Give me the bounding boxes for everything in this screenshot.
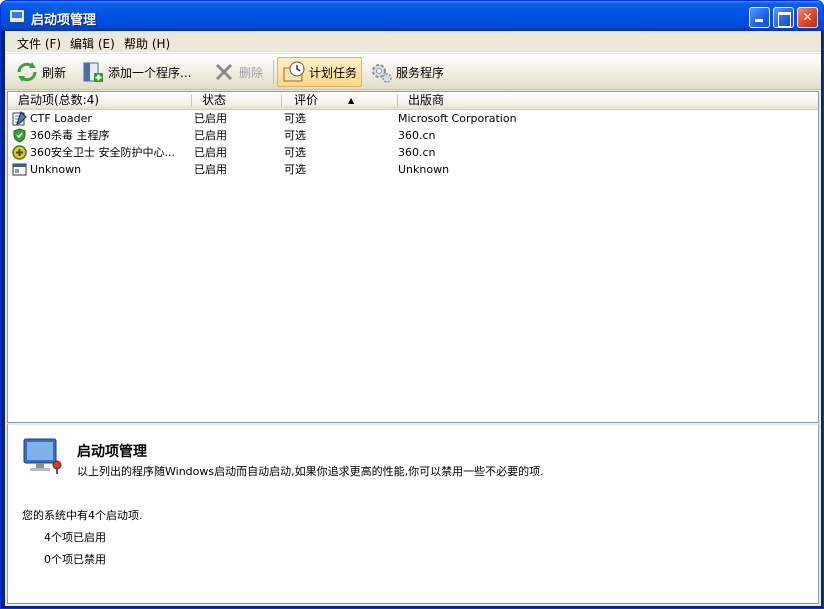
toolbar-separator [273,60,274,84]
column-divider[interactable] [281,95,282,107]
maximize-button[interactable] [773,7,794,28]
column-startup-item[interactable]: 启动项(总数:4) [12,92,99,109]
client-area: 文件 (F) 编辑 (E) 帮助 (H) 刷新 添加一个程序... 删除 计划任… [5,31,821,606]
window-title: 启动项管理 [31,13,97,28]
column-rating-label: 评价 [294,93,319,107]
window-icon [12,162,27,177]
cell-status: 已启用 [194,129,227,142]
table-row[interactable]: Unknown 已启用 可选 Unknown [8,161,818,178]
column-divider[interactable] [397,95,398,107]
cell-name: CTF Loader [30,112,92,125]
minimize-button[interactable] [749,7,770,28]
cell-name: 360安全卫士 安全防护中心... [30,146,175,159]
cell-rating: 可选 [284,163,306,176]
shield-icon [12,128,27,143]
detail-description: 以上列出的程序随Windows启动而自动启动,如果你追求更高的性能,你可以禁用一… [77,465,544,478]
cell-status: 已启用 [194,146,227,159]
title-bar[interactable]: 启动项管理 ✕ [1,1,823,31]
delete-button[interactable]: 删除 [208,57,267,87]
refresh-button[interactable]: 刷新 [11,57,70,87]
disabled-count: 0个项已禁用 [44,553,106,566]
app-icon [9,9,25,23]
cell-publisher: 360.cn [398,146,436,159]
scheduled-tasks-icon [282,60,306,84]
add-program-button[interactable]: 添加一个程序... [77,57,195,87]
column-publisher[interactable]: 出版商 [402,92,444,109]
refresh-label: 刷新 [42,65,67,80]
cell-name: 360杀毒 主程序 [30,129,110,142]
delete-icon [212,60,236,84]
monitor-icon [22,437,64,475]
table-row[interactable]: 360杀毒 主程序 已启用 可选 360.cn [8,127,818,144]
enabled-count: 4个项已启用 [44,531,106,544]
cell-publisher: Microsoft Corporation [398,112,517,125]
scheduled-tasks-label: 计划任务 [309,65,358,80]
plus-circle-icon [12,145,27,160]
sort-ascending-icon: ▲ [348,96,355,105]
detail-title: 启动项管理 [77,444,147,460]
list-header: 启动项(总数:4) 状态 评价 ▲ 出版商 [8,92,818,110]
menu-help[interactable]: 帮助 (H) [124,35,170,52]
column-divider[interactable] [191,95,192,107]
toolbar: 刷新 添加一个程序... 删除 计划任务 服务程序 [5,54,821,90]
menu-edit[interactable]: 编辑 (E) [70,35,115,52]
services-button[interactable]: 服务程序 [365,57,448,87]
summary-text: 您的系统中有4个启动项. [22,509,143,522]
menu-file[interactable]: 文件 (F) [17,35,61,52]
cell-publisher: Unknown [398,163,450,176]
scheduled-tasks-button[interactable]: 计划任务 [277,57,363,87]
table-row[interactable]: CTF Loader 已启用 可选 Microsoft Corporation [8,110,818,127]
table-row[interactable]: 360安全卫士 安全防护中心... 已启用 可选 360.cn [8,144,818,161]
services-label: 服务程序 [396,65,445,80]
menu-bar: 文件 (F) 编辑 (E) 帮助 (H) [5,31,821,53]
column-status[interactable]: 状态 [196,92,226,109]
add-program-label: 添加一个程序... [108,65,192,80]
gear-icon [369,60,393,84]
cell-status: 已启用 [194,112,227,125]
detail-pane: 启动项管理 以上列出的程序随Windows启动而自动启动,如果你追求更高的性能,… [7,423,819,604]
cell-rating: 可选 [284,129,306,142]
add-program-icon [81,60,105,84]
notepad-icon [12,111,27,126]
delete-label: 删除 [239,65,264,80]
cell-publisher: 360.cn [398,129,436,142]
main-window: 启动项管理 ✕ 文件 (F) 编辑 (E) 帮助 (H) 刷新 添加一个程序.. [0,0,824,609]
cell-status: 已启用 [194,163,227,176]
cell-rating: 可选 [284,112,306,125]
close-button[interactable]: ✕ [797,7,818,28]
cell-name: Unknown [30,163,82,176]
cell-rating: 可选 [284,146,306,159]
startup-list[interactable]: 启动项(总数:4) 状态 评价 ▲ 出版商 CTF Loader 已启用 可选 Micr… [7,91,819,423]
refresh-icon [15,60,39,84]
column-rating[interactable]: 评价 ▲ [288,92,354,109]
